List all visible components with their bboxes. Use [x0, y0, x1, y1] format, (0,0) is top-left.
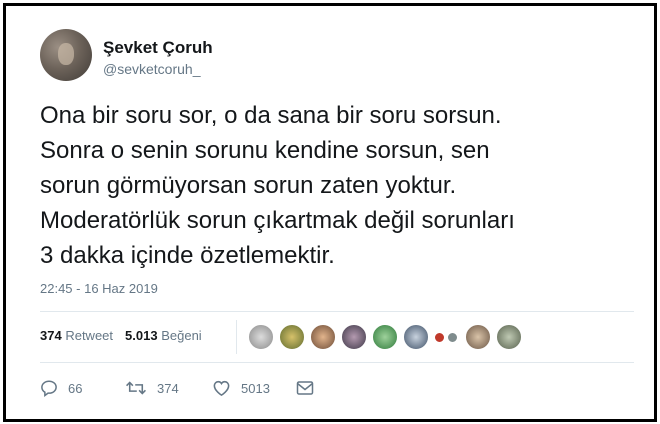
divider-top	[40, 311, 634, 312]
reply-button[interactable]: 66	[40, 378, 82, 398]
reply-icon	[41, 380, 57, 397]
tweet-text: Ona bir soru sor, o da sana bir soru sor…	[40, 98, 640, 273]
liker-avatar[interactable]	[341, 324, 367, 350]
like-stat[interactable]: 5.013 Beğeni	[125, 328, 202, 343]
like-stat-label: Beğeni	[161, 328, 202, 343]
tweet-line: Ona bir soru sor, o da sana bir soru sor…	[40, 102, 502, 129]
like-button[interactable]: 5013	[212, 378, 270, 398]
heart-icon	[213, 380, 230, 397]
engagement-stats: 374 Retweet 5.013 Beğeni	[40, 328, 202, 343]
liker-avatar[interactable]	[465, 324, 491, 350]
like-count: 5013	[241, 380, 270, 396]
liker-avatar[interactable]	[447, 332, 458, 343]
reply-count: 66	[68, 380, 83, 396]
liker-avatar[interactable]	[372, 324, 398, 350]
display-name[interactable]: Şevket Çoruh	[103, 38, 213, 58]
avatar[interactable]	[40, 29, 92, 81]
retweet-count: 374	[157, 380, 179, 396]
retweet-stat[interactable]: 374 Retweet	[40, 328, 113, 343]
liker-avatar[interactable]	[403, 324, 429, 350]
tweet-line: 3 dakka içinde özetlemektir.	[40, 242, 335, 269]
message-button[interactable]	[296, 378, 314, 398]
tweet-card: Şevket Çoruh @sevketcoruh_ Ona bir soru …	[3, 3, 657, 422]
retweet-stat-count: 374	[40, 328, 62, 343]
envelope-icon	[296, 381, 314, 395]
liker-avatar[interactable]	[248, 324, 274, 350]
tweet-line: sorun görmüyorsan sorun zaten yoktur.	[40, 172, 457, 199]
liker-avatar[interactable]	[310, 324, 336, 350]
retweet-button[interactable]: 374	[125, 378, 179, 398]
tweet-timestamp[interactable]: 22:45 - 16 Haz 2019	[40, 281, 158, 296]
liker-avatar[interactable]	[279, 324, 305, 350]
divider-bottom	[40, 362, 634, 363]
retweet-icon	[126, 381, 146, 395]
liker-avatar[interactable]	[496, 324, 522, 350]
like-stat-count: 5.013	[125, 328, 158, 343]
user-handle[interactable]: @sevketcoruh_	[103, 61, 200, 77]
tweet-line: Moderatörlük sorun çıkartmak değil sorun…	[40, 207, 515, 234]
stats-separator	[236, 320, 237, 354]
retweet-stat-label: Retweet	[65, 328, 114, 343]
liker-avatar[interactable]	[434, 332, 445, 343]
tweet-line: Sonra o senin sorunu kendine sorsun, sen	[40, 137, 490, 164]
